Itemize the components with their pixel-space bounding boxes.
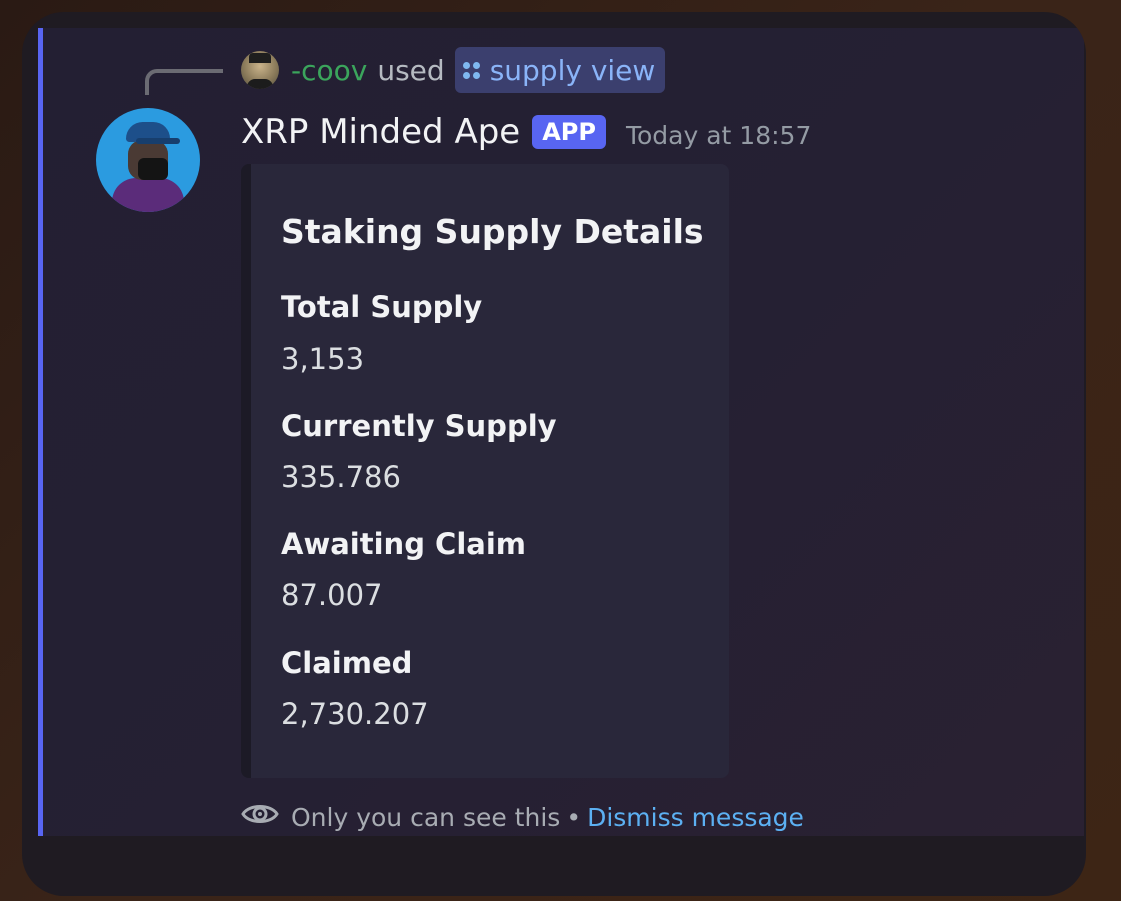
command-reference: -coov used supply view <box>241 47 666 93</box>
invoker-avatar[interactable] <box>241 51 279 89</box>
app-badge: APP <box>532 115 606 149</box>
discord-window: -coov used supply view XRP Minded Ape AP… <box>22 12 1086 896</box>
visibility-notice: Only you can see this <box>291 802 561 832</box>
message-header: XRP Minded Ape APP Today at 18:57 <box>241 112 811 152</box>
message-timestamp: Today at 18:57 <box>625 120 812 150</box>
ephemeral-highlight-bar <box>38 28 43 836</box>
field-name-claimed: Claimed <box>281 646 413 680</box>
dismiss-message-link[interactable]: Dismiss message <box>587 803 804 832</box>
bot-avatar[interactable] <box>96 108 200 212</box>
footer-separator: • <box>566 802 582 832</box>
field-name-total-supply: Total Supply <box>281 290 483 324</box>
field-value-total-supply: 3,153 <box>281 342 365 376</box>
eye-icon <box>241 801 279 833</box>
embed-title: Staking Supply Details <box>281 212 704 251</box>
field-name-awaiting-claim: Awaiting Claim <box>281 527 526 561</box>
field-value-awaiting-claim: 87.007 <box>281 578 383 612</box>
command-name: supply view <box>489 53 656 87</box>
bot-username[interactable]: XRP Minded Ape <box>241 112 520 152</box>
ephemeral-footer: Only you can see this • Dismiss message <box>241 801 804 833</box>
reply-spine <box>145 69 223 95</box>
ephemeral-message: -coov used supply view XRP Minded Ape AP… <box>38 28 1084 836</box>
field-value-claimed: 2,730.207 <box>281 697 429 731</box>
embed-card: Staking Supply Details Total Supply 3,15… <box>241 164 729 778</box>
slash-command-icon <box>462 61 480 79</box>
invoker-username[interactable]: -coov <box>291 54 367 87</box>
command-pill[interactable]: supply view <box>454 47 666 93</box>
used-text: used <box>377 53 445 87</box>
field-name-currently-supply: Currently Supply <box>281 409 557 443</box>
field-value-currently-supply: 335.786 <box>281 460 401 494</box>
